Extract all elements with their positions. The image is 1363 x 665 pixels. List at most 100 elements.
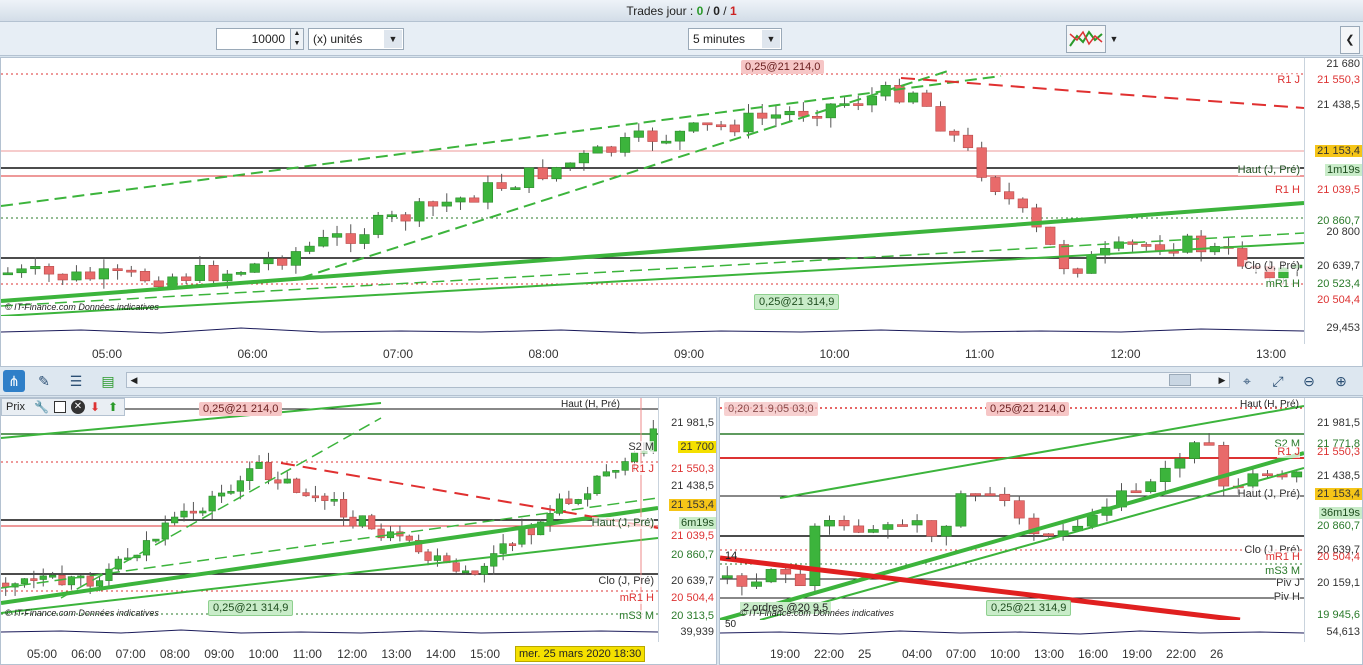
price-level-label: 21 550,3 <box>671 463 714 475</box>
price-chart-canvas[interactable] <box>1 58 1304 316</box>
time-tick-label: 12:00 <box>337 647 368 661</box>
indicator-menu-button[interactable] <box>1066 25 1106 53</box>
candle-body <box>721 575 733 579</box>
candle-body <box>853 525 865 533</box>
candle-body <box>688 122 699 132</box>
candle-body <box>236 480 244 492</box>
trades-count-b: 0 <box>713 4 720 18</box>
candle-body <box>935 106 946 132</box>
share-icon[interactable]: ⋔ <box>3 370 25 392</box>
level-name-label: Clo (J, Pré) <box>1244 260 1300 272</box>
candle-body <box>1145 481 1157 492</box>
price-axis: 21 680 21 550,3 21 438,5 21 153,4 1m19s 21 0… <box>1304 58 1362 344</box>
scroll-thumb[interactable] <box>1169 374 1191 386</box>
trades-sep-2: / <box>719 4 730 18</box>
candle-body <box>955 493 967 527</box>
time-tick-label: 10:00 <box>819 347 850 361</box>
time-tick-label: 12:00 <box>1110 347 1141 361</box>
candle-body <box>811 115 823 119</box>
chevron-down-icon[interactable]: ▼ <box>1107 25 1121 53</box>
candle-body <box>1130 490 1142 494</box>
order-tag-bottom[interactable]: 0,25@21 314,9 <box>754 294 840 310</box>
time-tick-label: 07:00 <box>383 347 414 361</box>
candle-body <box>20 578 29 584</box>
zoom-out-icon[interactable]: ⊖ <box>1298 370 1320 392</box>
candle-body <box>153 280 164 287</box>
scroll-right-icon[interactable]: ▶ <box>1215 373 1229 387</box>
candle-body <box>630 452 639 462</box>
collapse-panel-button[interactable]: ❮ <box>1340 26 1360 54</box>
time-tick-label: 11:00 <box>965 347 995 361</box>
candle-body <box>400 214 411 222</box>
price-chart-canvas[interactable] <box>1 398 658 620</box>
price-level-label: 21 438,5 <box>1317 470 1360 482</box>
candle-body <box>321 495 329 501</box>
main-chart[interactable]: 21 680 21 550,3 21 438,5 21 153,4 1m19s 21 0… <box>0 57 1363 367</box>
price-chart-canvas[interactable] <box>720 398 1304 620</box>
candle-body <box>592 146 603 154</box>
candle-body <box>427 201 439 207</box>
order-tag-bottom[interactable]: 0,25@21 314,9 <box>208 600 294 616</box>
quantity-stepper[interactable]: ▲ ▼ <box>290 29 303 49</box>
price-level-label: 6m19s <box>678 517 716 529</box>
order-tag-top[interactable]: 0,25@21 214,0 <box>741 60 825 74</box>
chart-scrollbar[interactable]: ◀ ▶ <box>126 372 1230 388</box>
arrow-down-icon[interactable]: ⬇ <box>90 400 100 414</box>
order-tag-top-left[interactable]: 0,20 21 9,05 03,0 <box>724 402 818 416</box>
candle-body <box>1168 250 1179 254</box>
candle-body <box>246 468 254 481</box>
price-level-label: 21 981,5 <box>1317 417 1360 429</box>
candle-body <box>208 495 216 512</box>
chevron-down-icon: ▼ <box>762 30 780 48</box>
arrow-up-icon[interactable]: ⬆ <box>108 400 118 414</box>
candle-body <box>949 130 960 136</box>
candle-body <box>578 152 590 164</box>
unit-select-value: (x) unités <box>313 32 363 46</box>
price-level-label: 21 550,3 <box>1317 74 1360 86</box>
wrench-icon[interactable]: 🔧 <box>34 400 49 414</box>
watermark: © IT-Finance.com Données indicatives <box>740 608 894 618</box>
drawing-tool-icon[interactable]: ✎ <box>33 370 55 392</box>
candle-body <box>990 177 1001 192</box>
level-name-label: S2 M <box>628 441 654 453</box>
chart-bottom-right[interactable]: 21 981,5 21 771,8 21 550,3 21 438,5 21 153,4… <box>719 397 1363 665</box>
candle-body <box>290 251 301 266</box>
window-icon[interactable] <box>54 401 66 413</box>
candle-body <box>441 201 452 207</box>
candle-body <box>729 124 740 133</box>
candle-body <box>311 495 320 499</box>
indicators-icon[interactable]: ☰ <box>65 370 87 392</box>
chart-bottom-left[interactable]: Prix 🔧 ✕ ⬇ ⬆ 21 981,5 21 700 21 550,3 21 43… <box>0 397 717 665</box>
candle-body <box>482 182 494 203</box>
candle-body <box>490 553 498 567</box>
candle-body <box>433 555 442 561</box>
time-tick-label: 19:00 <box>770 647 801 661</box>
layout-icon[interactable]: ▤ <box>97 370 119 392</box>
price-level-label: 20 159,1 <box>1317 577 1360 589</box>
candle-body <box>249 263 260 273</box>
watermark: © IT-Finance.com Données indicatives <box>5 608 159 618</box>
candle-body <box>2 272 13 276</box>
order-tag-bottom[interactable]: 0,25@21 314,9 <box>986 600 1072 616</box>
price-level-label: 20 504,4 <box>1317 294 1360 306</box>
scroll-left-icon[interactable]: ◀ <box>127 373 141 387</box>
zoom-fit-icon[interactable]: ⤢ <box>1267 370 1289 392</box>
candle-body <box>469 197 480 203</box>
time-tick-label: 04:00 <box>902 647 933 661</box>
candle-body <box>126 269 137 273</box>
candle-body <box>593 475 601 494</box>
candle-body <box>523 167 535 188</box>
time-tick-label: 08:00 <box>159 647 190 661</box>
order-tag-top[interactable]: 0,25@21 214,0 <box>199 402 283 416</box>
interval-select[interactable]: 5 minutes ▼ <box>688 28 782 50</box>
time-tick-label: 16:00 <box>1078 647 1109 661</box>
crosshair-tool-icon[interactable]: ⌖ <box>1236 370 1258 392</box>
close-icon[interactable]: ✕ <box>71 400 85 414</box>
candle-body <box>715 124 727 128</box>
zoom-in-icon[interactable]: ⊕ <box>1330 370 1352 392</box>
unit-select[interactable]: (x) unités ▼ <box>308 28 404 50</box>
level-name-label: R1 J <box>631 463 654 475</box>
price-level-label: 20 523,4 <box>1317 278 1360 290</box>
order-tag-top[interactable]: 0,25@21 214,0 <box>986 402 1070 416</box>
candle-body <box>911 520 923 526</box>
